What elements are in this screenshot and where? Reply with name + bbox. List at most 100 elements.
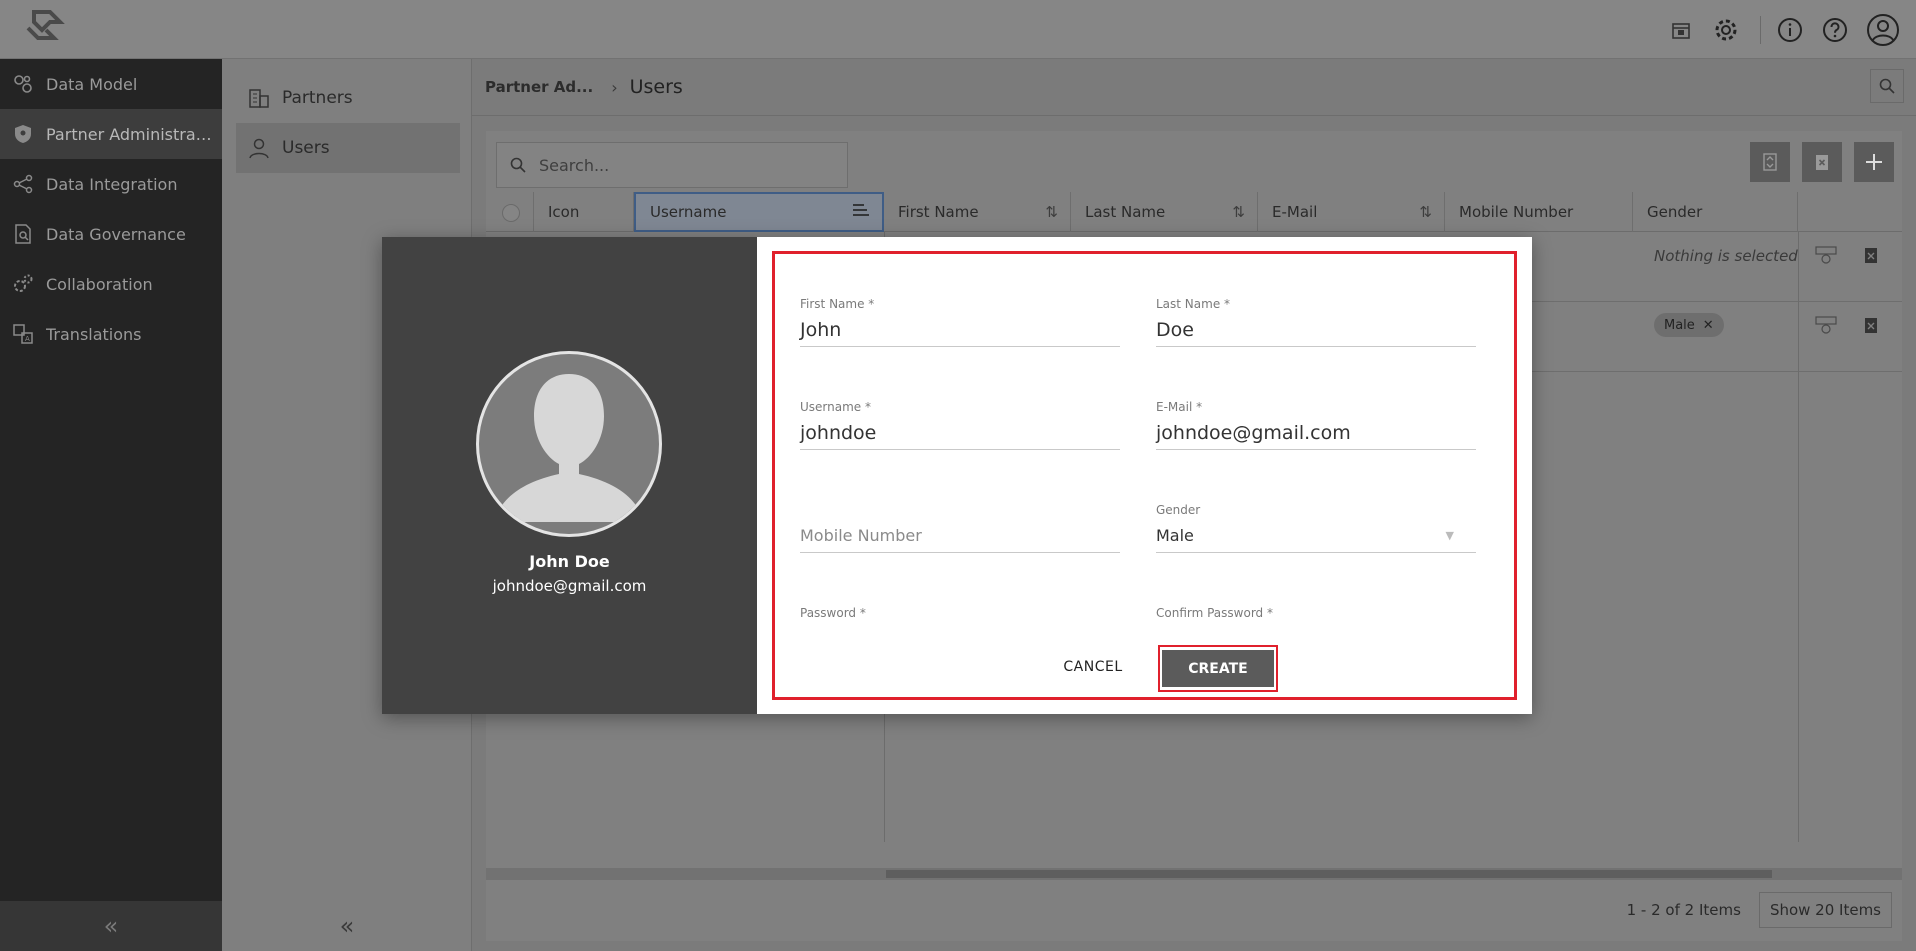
column-header-mobile-number[interactable]: Mobile Number [1445, 192, 1633, 232]
refresh-button[interactable] [1750, 142, 1790, 182]
info-icon[interactable] [1775, 15, 1805, 45]
password-label: Password * [800, 606, 866, 620]
breadcrumb-parent[interactable]: Partner Ad... [485, 78, 593, 96]
buildings-icon [236, 86, 282, 110]
create-button-highlight: CREATE [1158, 645, 1278, 692]
nav-label: Collaboration [46, 274, 153, 294]
profile-name: John Doe [529, 552, 610, 571]
column-header-last-name[interactable]: Last Name ⇅ [1071, 192, 1258, 232]
subnav-item-partners[interactable]: Partners [236, 73, 460, 123]
email-field: E-Mail * johndoe@gmail.com [1156, 400, 1476, 450]
email-label: E-Mail * [1156, 400, 1203, 414]
search-icon [1879, 78, 1895, 94]
add-user-button[interactable] [1854, 142, 1894, 182]
nav-label: Partner Administrati... [46, 124, 216, 144]
refresh-icon [1763, 153, 1777, 171]
main-navigation: Data Model Partner Administrati... Data … [0, 59, 222, 951]
first-name-label: First Name * [800, 297, 875, 311]
nav-item-translations[interactable]: A Translations [0, 309, 222, 359]
mobile-number-input[interactable]: Mobile Number [800, 519, 1120, 553]
create-button[interactable]: CREATE [1162, 650, 1274, 687]
nav-label: Data Model [46, 74, 138, 94]
search-button[interactable] [1870, 69, 1904, 103]
confirm-password-field: Confirm Password * [1156, 606, 1476, 622]
user-form: First Name * John Last Name * Doe Userna… [757, 237, 1532, 714]
search-input[interactable] [539, 155, 819, 175]
gender-select[interactable]: Male ▼ [1156, 519, 1476, 553]
mobile-number-field: Mobile Number [800, 503, 1120, 553]
gender-chip: Male ✕ [1654, 313, 1724, 337]
column-header-username[interactable]: Username [634, 192, 884, 232]
username-label: Username * [800, 400, 871, 414]
sort-active-icon[interactable] [852, 203, 870, 221]
account-icon[interactable] [1865, 12, 1901, 48]
nav-item-data-governance[interactable]: Data Governance [0, 209, 222, 259]
collapse-subnav-button[interactable]: « [222, 901, 472, 951]
delete-button[interactable] [1802, 142, 1842, 182]
last-name-label: Last Name * [1156, 297, 1231, 311]
subnav-label: Partners [282, 88, 353, 108]
reset-password-icon[interactable] [1814, 243, 1838, 267]
subnav-label: Users [282, 138, 330, 158]
cancel-button[interactable]: CANCEL [1053, 651, 1133, 683]
breadcrumb: Partner Ad... › Users [472, 59, 1916, 116]
password-field: Password * [800, 606, 1120, 622]
page-size-button[interactable]: Show 20 Items [1758, 892, 1892, 928]
gears-icon [0, 273, 46, 295]
column-header-gender[interactable]: Gender [1633, 192, 1798, 232]
user-silhouette-icon [499, 374, 639, 522]
grid-footer: 1 - 2 of 2 Items Show 20 Items [486, 884, 1902, 936]
help-icon[interactable] [1820, 15, 1850, 45]
mobile-number-label [800, 503, 1120, 519]
nav-item-data-model[interactable]: Data Model [0, 59, 222, 109]
nav-label: Data Integration [46, 174, 178, 194]
confirm-password-label: Confirm Password * [1156, 606, 1273, 620]
item-count: 1 - 2 of 2 Items [1626, 901, 1741, 919]
nav-item-collaboration[interactable]: Collaboration [0, 259, 222, 309]
scrollbar-thumb[interactable] [886, 870, 1772, 878]
top-separator [1760, 15, 1761, 44]
chip-remove-icon[interactable]: ✕ [1703, 318, 1714, 333]
create-user-dialog: John Doe johndoe@gmail.com First Name * … [382, 237, 1532, 714]
gender-field: Gender Male ▼ [1156, 503, 1476, 553]
nav-item-data-integration[interactable]: Data Integration [0, 159, 222, 209]
profile-email: johndoe@gmail.com [492, 577, 647, 595]
app-logo[interactable] [20, 8, 68, 48]
email-input[interactable]: johndoe@gmail.com [1156, 416, 1476, 450]
double-chevron-left-icon: « [103, 912, 119, 940]
first-name-field: First Name * John [800, 297, 1120, 347]
nav-label: Translations [46, 324, 142, 344]
shield-icon [0, 123, 46, 145]
gear-icon[interactable] [1711, 15, 1741, 45]
sort-icon[interactable]: ⇅ [1232, 203, 1245, 221]
nav-label: Data Governance [46, 224, 186, 244]
horizontal-scrollbar[interactable] [486, 868, 1902, 880]
actions-column-divider [1798, 232, 1799, 842]
data-model-icon [0, 73, 46, 95]
delete-row-icon[interactable] [1859, 313, 1883, 337]
collapse-nav-button[interactable]: « [0, 901, 222, 951]
first-name-input[interactable]: John [800, 313, 1120, 347]
calendar-icon[interactable] [1666, 15, 1696, 45]
column-header-first-name[interactable]: First Name ⇅ [884, 192, 1071, 232]
double-chevron-left-icon: « [339, 912, 355, 940]
reset-password-icon[interactable] [1814, 313, 1838, 337]
delete-row-icon[interactable] [1859, 243, 1883, 267]
select-all-checkbox[interactable] [502, 204, 520, 222]
column-header-icon[interactable]: Icon [534, 192, 634, 232]
column-header-email[interactable]: E-Mail ⇅ [1258, 192, 1445, 232]
breadcrumb-current: Users [629, 76, 683, 98]
sort-icon[interactable]: ⇅ [1419, 203, 1432, 221]
document-search-icon [0, 223, 46, 245]
breadcrumb-separator: › [611, 77, 618, 97]
nav-item-partner-administration[interactable]: Partner Administrati... [0, 109, 222, 159]
username-input[interactable]: johndoe [800, 416, 1120, 450]
select-all-cell [486, 192, 534, 232]
last-name-input[interactable]: Doe [1156, 313, 1476, 347]
avatar [476, 351, 662, 537]
svg-text:A: A [25, 335, 30, 343]
subnav-item-users[interactable]: Users [236, 123, 460, 173]
user-icon [236, 136, 282, 160]
top-icons [1666, 0, 1916, 59]
sort-icon[interactable]: ⇅ [1045, 203, 1058, 221]
